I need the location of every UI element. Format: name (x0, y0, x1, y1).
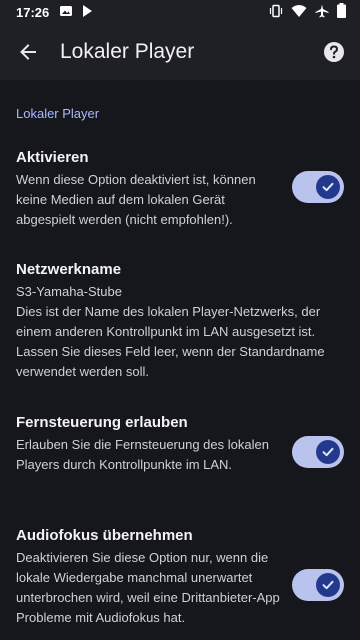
pref-title: Netzwerkname (16, 261, 122, 278)
switch-thumb (316, 175, 340, 199)
status-left-icons (59, 4, 93, 21)
pref-description: Dies ist der Name des lokalen Player-Net… (16, 304, 325, 379)
pref-aktivieren[interactable]: Aktivieren Wenn diese Option deaktiviert… (16, 148, 280, 230)
help-button[interactable] (320, 38, 348, 66)
status-right-icons (269, 0, 346, 24)
audiofokus-switch[interactable] (292, 569, 344, 601)
vibrate-icon (269, 4, 283, 21)
pref-title: Fernsteuerung erlauben (16, 414, 188, 431)
app-bar: Lokaler Player (0, 24, 360, 80)
pref-fernsteuerung[interactable]: Fernsteuerung erlauben Erlauben Sie die … (16, 413, 280, 475)
image-icon (59, 4, 73, 21)
arrow-left-icon (20, 44, 36, 60)
back-button[interactable] (14, 38, 42, 66)
pref-title: Aktivieren (16, 149, 89, 166)
pref-netzwerkname[interactable]: Netzwerkname S3-Yamaha-Stube Dies ist de… (16, 260, 346, 382)
switch-thumb (316, 440, 340, 464)
check-icon (322, 580, 334, 590)
battery-icon (337, 3, 346, 21)
help-circle-icon (324, 42, 344, 62)
play-icon (81, 4, 93, 21)
check-icon (322, 182, 334, 192)
switch-thumb (316, 573, 340, 597)
section-header: Lokaler Player (16, 106, 100, 121)
check-icon (322, 447, 334, 457)
status-bar: 17:26 (0, 0, 360, 24)
pref-value: S3-Yamaha-Stube (16, 284, 122, 299)
pref-description: Erlauben Sie die Fernsteuerung des lokal… (16, 437, 269, 472)
pref-audiofokus[interactable]: Audiofokus übernehmen Deaktivieren Sie d… (16, 526, 280, 628)
fernsteuerung-switch[interactable] (292, 436, 344, 468)
status-time: 17:26 (16, 4, 50, 20)
pref-title: Audiofokus übernehmen (16, 527, 193, 544)
airplane-icon (315, 4, 329, 21)
page-title: Lokaler Player (60, 40, 195, 63)
wifi-icon (291, 4, 307, 21)
aktivieren-switch[interactable] (292, 171, 344, 203)
pref-description: Wenn diese Option deaktiviert ist, könne… (16, 172, 256, 227)
pref-description: Deaktivieren Sie diese Option nur, wenn … (16, 550, 280, 625)
